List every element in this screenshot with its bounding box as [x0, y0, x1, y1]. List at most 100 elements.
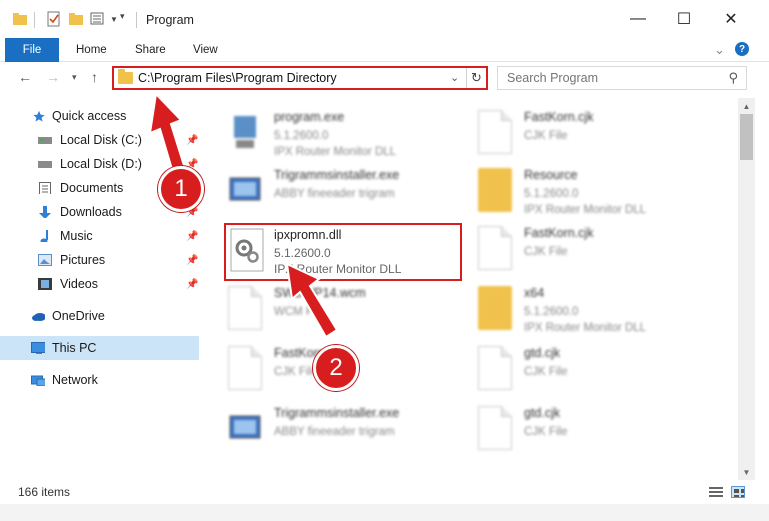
large-icons-view-icon[interactable] [731, 486, 745, 498]
file-name: gtd.cjk [524, 346, 561, 360]
up-arrow-icon[interactable]: ↑ [91, 69, 98, 85]
drive-icon [38, 137, 52, 144]
step-badge-2: 2 [313, 345, 359, 391]
nav-onedrive[interactable]: OneDrive [0, 304, 199, 328]
pin-icon[interactable]: 📌 [186, 255, 198, 266]
nav-videos[interactable]: Videos 📌 [0, 272, 199, 296]
file-type: CJK File [524, 426, 568, 438]
nav-this-pc[interactable]: This PC [0, 336, 199, 360]
recent-locations-icon[interactable]: ▾ [72, 72, 77, 83]
folder-icon [478, 168, 512, 212]
file-list: program.exe 5.1.2600.0 IPX Router Monito… [208, 98, 736, 480]
dropdown-arrow-icon[interactable]: ▼ [110, 15, 118, 24]
nav-label: Pictures [60, 253, 106, 267]
nav-label: OneDrive [52, 309, 105, 323]
nav-label: Downloads [60, 205, 122, 219]
file-name: x64 [524, 286, 545, 300]
back-arrow-icon[interactable]: ← [18, 69, 32, 85]
nav-quick-access[interactable]: Quick access [0, 104, 199, 128]
details-view-icon[interactable] [709, 486, 723, 498]
nav-music[interactable]: Music 📌 [0, 224, 199, 248]
scroll-up-icon[interactable]: ▲ [738, 98, 755, 114]
file-name: Trigrammsinstaller.exe [274, 168, 400, 182]
file-type: CJK File [274, 366, 318, 378]
nav-local-disk-c[interactable]: Local Disk (C:) 📌 [0, 128, 199, 152]
exe-file-icon [234, 116, 256, 148]
chevron-down-icon[interactable]: ▾ [120, 11, 125, 22]
refresh-icon[interactable]: ↻ [466, 68, 486, 88]
tab-view[interactable]: View [193, 38, 218, 62]
document-icon [228, 286, 262, 330]
chevron-down-icon[interactable]: ⌄ [450, 71, 459, 84]
file-version: 5.1.2600.0 [524, 188, 579, 200]
file-item[interactable]: x64 5.1.2600.0 IPX Router Monitor DLL [458, 280, 698, 338]
document-icon [478, 406, 512, 450]
scroll-down-icon[interactable]: ▼ [738, 464, 755, 480]
document-icon [478, 346, 512, 390]
file-name: FastKorn.cjk [524, 110, 594, 124]
file-item[interactable]: FastKorn.cjk CJK File [458, 220, 698, 278]
file-item[interactable]: Trigrammsinstaller.exe ABBY fineeader tr… [208, 400, 448, 458]
close-button[interactable]: ✕ [708, 0, 754, 38]
status-bar: 166 items [0, 480, 769, 504]
search-input[interactable] [498, 67, 718, 89]
search-box[interactable]: ⚲ [497, 66, 747, 90]
properties-icon[interactable] [46, 11, 62, 27]
file-item[interactable]: program.exe 5.1.2600.0 IPX Router Monito… [208, 104, 448, 162]
file-description: IPX Router Monitor DLL [274, 146, 397, 158]
file-item[interactable]: FastKorn.cjk CJK File [458, 104, 698, 162]
file-item[interactable]: Trigrammsinstaller.exe ABBY fineeader tr… [208, 162, 448, 220]
nav-label: Local Disk (D:) [60, 157, 142, 171]
file-name: Resource [524, 168, 578, 182]
pin-icon[interactable]: 📌 [186, 279, 198, 290]
file-name: FastKorn.cjk [524, 226, 594, 240]
file-type: CJK File [524, 130, 568, 142]
forward-arrow-icon[interactable]: → [46, 69, 60, 85]
pin-icon[interactable]: 📌 [186, 135, 198, 146]
star-icon [33, 110, 45, 122]
nav-label: Music [60, 229, 93, 243]
file-description: IPX Router Monitor DLL [524, 322, 647, 334]
file-type: CJK File [524, 246, 568, 258]
computer-icon [31, 342, 45, 354]
tab-share[interactable]: Share [135, 38, 166, 62]
tab-file[interactable]: File [5, 38, 59, 62]
item-count: 166 items [18, 485, 71, 499]
window-title: Program [146, 13, 194, 27]
nav-pictures[interactable]: Pictures 📌 [0, 248, 199, 272]
drive-icon [38, 161, 52, 168]
file-version: 5.1.2600.0 [524, 306, 579, 318]
minimize-button[interactable]: — [615, 0, 661, 38]
folder-icon[interactable] [12, 11, 28, 27]
scroll-thumb[interactable] [740, 114, 753, 160]
new-folder-icon[interactable] [68, 11, 84, 27]
customize-icon[interactable] [90, 11, 108, 27]
ribbon-expand-icon[interactable]: ⌄ [714, 38, 725, 62]
nav-label: Network [52, 373, 98, 387]
file-description: ABBY fineeader trigram [274, 426, 395, 438]
nav-label: This PC [52, 341, 97, 355]
file-item[interactable]: gtd.cjk CJK File [458, 400, 698, 458]
file-item[interactable]: SWBWP14.wcm WCM File [208, 280, 448, 338]
nav-network[interactable]: Network [0, 368, 199, 392]
address-path[interactable]: C:\Program Files\Program Directory [138, 71, 337, 85]
file-item[interactable]: Resource 5.1.2600.0 IPX Router Monitor D… [458, 162, 698, 220]
document-icon [228, 346, 262, 390]
file-type: WCM File [274, 306, 325, 318]
vertical-scrollbar[interactable]: ▲ ▼ [738, 98, 755, 480]
highlight-box [224, 223, 462, 281]
pin-icon[interactable]: 📌 [186, 231, 198, 242]
document-icon [478, 226, 512, 270]
file-description: ABBY fineeader trigram [274, 188, 395, 200]
maximize-button[interactable]: ☐ [661, 0, 707, 38]
search-icon[interactable]: ⚲ [728, 70, 738, 86]
installer-icon [229, 177, 261, 201]
step-badge-1: 1 [158, 166, 204, 212]
tab-home[interactable]: Home [76, 38, 107, 62]
address-bar[interactable]: C:\Program Files\Program Directory ⌄ ↻ [112, 66, 488, 90]
help-icon[interactable]: ? [735, 42, 749, 56]
file-version: 5.1.2600.0 [274, 130, 329, 142]
file-item[interactable]: gtd.cjk CJK File [458, 340, 698, 398]
network-icon [31, 375, 45, 386]
bottom-edge [0, 504, 769, 521]
